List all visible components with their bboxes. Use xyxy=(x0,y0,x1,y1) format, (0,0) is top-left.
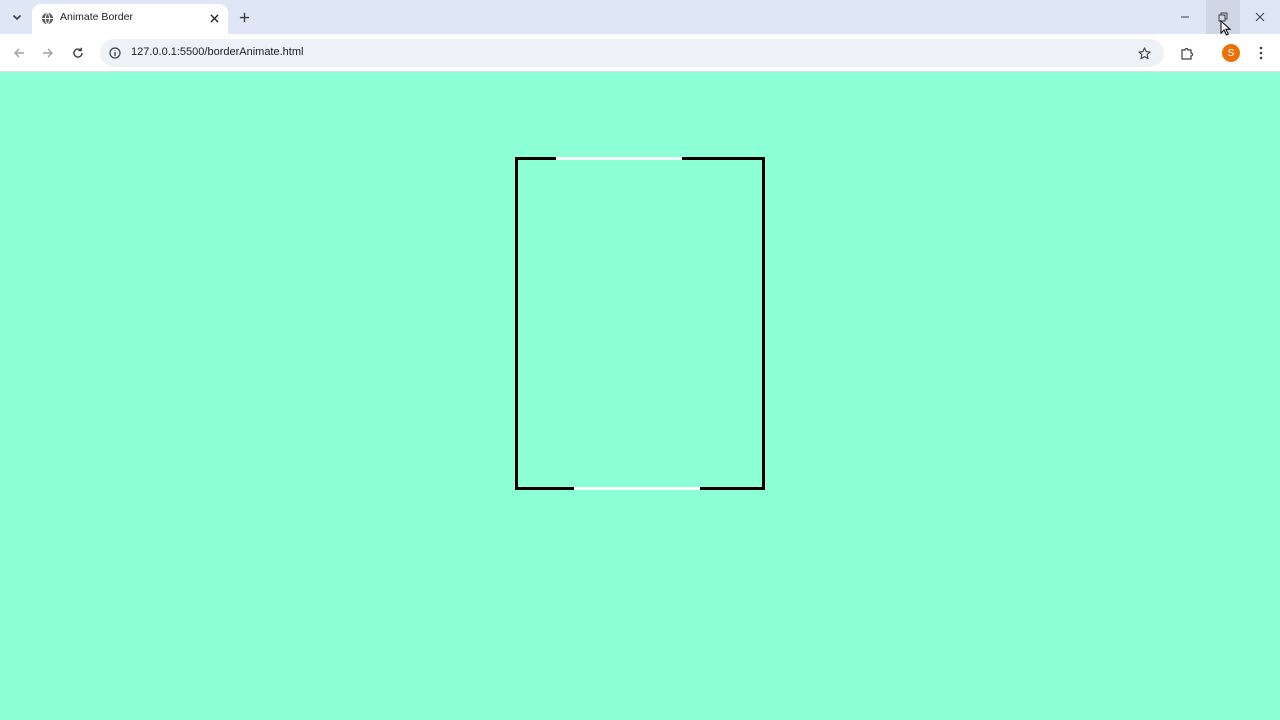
plus-icon xyxy=(239,12,249,22)
border-highlight-top xyxy=(556,157,682,160)
site-info-icon[interactable] xyxy=(108,46,122,60)
close-icon xyxy=(209,13,219,23)
tab-close-button[interactable] xyxy=(206,10,222,26)
close-icon xyxy=(1255,12,1265,22)
profile-avatar[interactable]: S xyxy=(1222,44,1240,62)
new-tab-button[interactable] xyxy=(234,7,254,27)
border-highlight-bottom xyxy=(574,487,700,490)
globe-icon xyxy=(40,11,54,25)
mouse-cursor-icon xyxy=(1220,20,1232,36)
arrow-right-icon xyxy=(43,48,53,58)
chevron-down-icon xyxy=(12,14,22,21)
menu-button[interactable] xyxy=(1250,42,1272,64)
tab-strip: Animate Border xyxy=(0,0,1280,34)
minimize-button[interactable] xyxy=(1172,6,1198,28)
window-close-button[interactable] xyxy=(1246,6,1274,28)
tab-search-button[interactable] xyxy=(6,6,28,28)
minimize-icon xyxy=(1181,16,1189,18)
arrow-left-icon xyxy=(14,48,24,58)
bookmark-star-icon[interactable] xyxy=(1136,45,1152,61)
browser-toolbar: 127.0.0.1:5500/borderAnimate.html xyxy=(0,34,1280,72)
animated-border-box xyxy=(515,157,765,490)
tab-title: Animate Border xyxy=(60,11,133,23)
reload-icon xyxy=(73,47,83,58)
extensions-button[interactable] xyxy=(1176,42,1198,64)
forward-button[interactable] xyxy=(37,42,59,64)
address-bar[interactable]: 127.0.0.1:5500/borderAnimate.html xyxy=(100,39,1164,67)
address-url[interactable]: 127.0.0.1:5500/borderAnimate.html xyxy=(131,46,303,58)
kebab-menu-icon xyxy=(1259,46,1263,60)
reload-button[interactable] xyxy=(67,42,89,64)
back-button[interactable] xyxy=(8,42,30,64)
tab-active[interactable]: Animate Border xyxy=(32,4,228,34)
puzzle-icon xyxy=(1181,47,1194,60)
